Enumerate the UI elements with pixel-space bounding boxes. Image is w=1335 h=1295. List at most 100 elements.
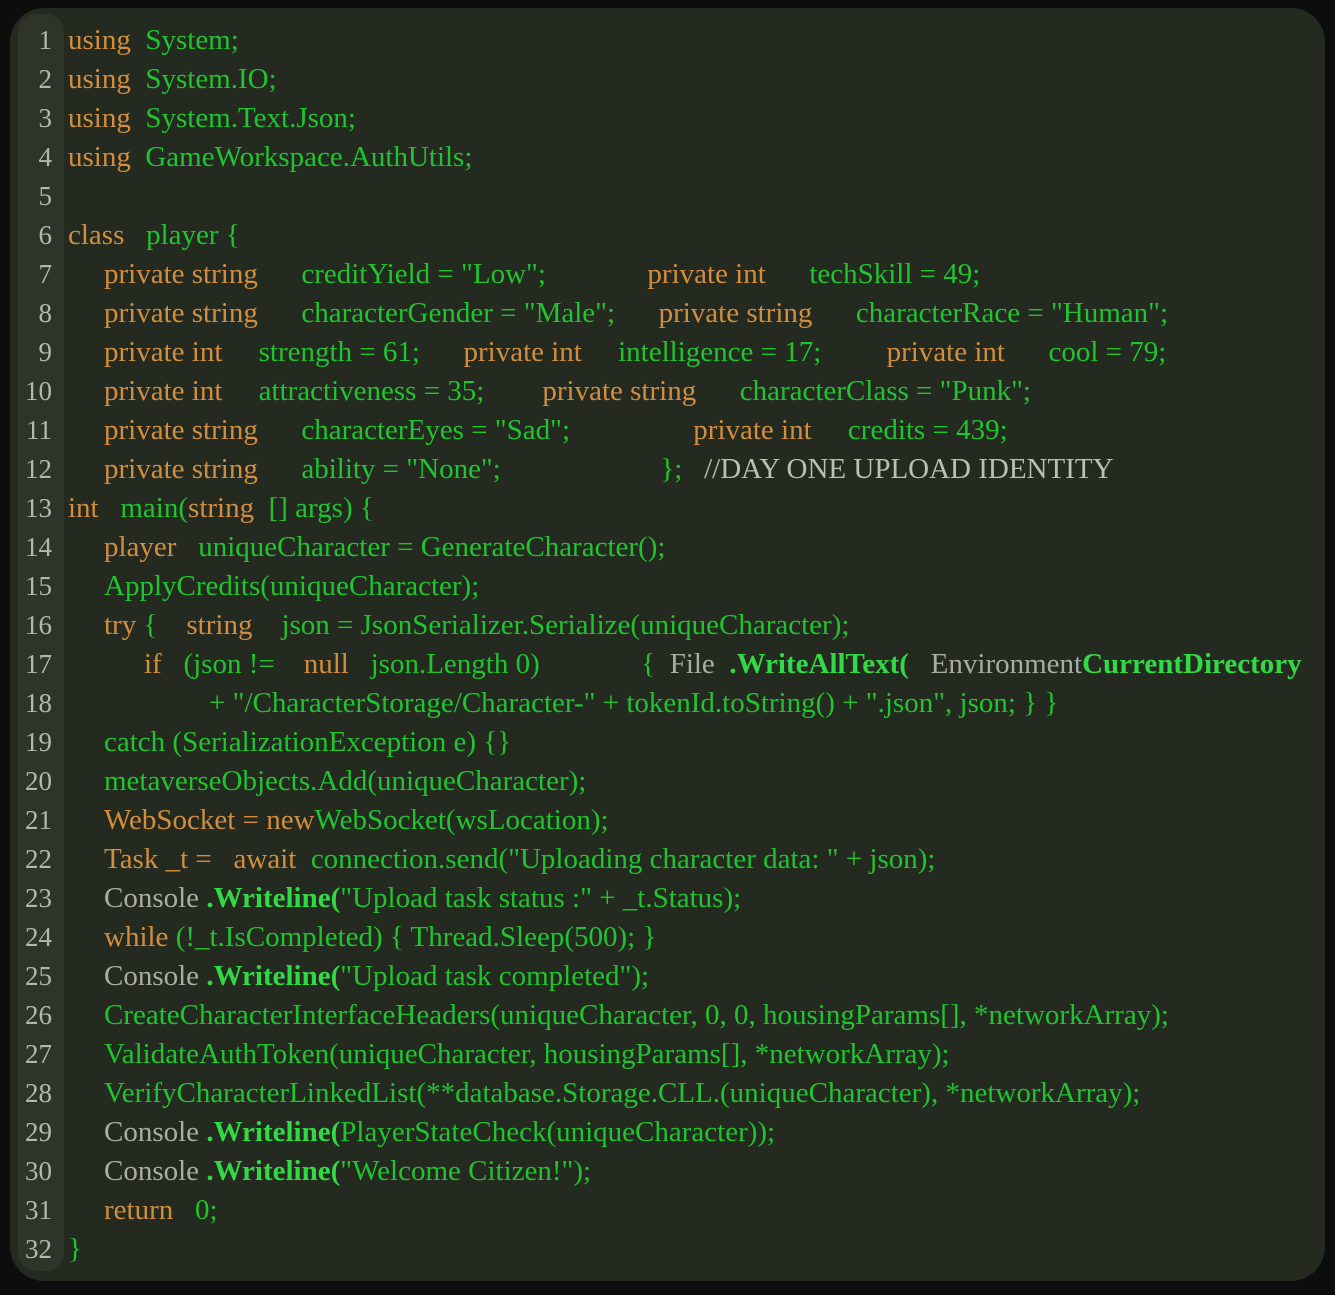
code-token: characterClass = "Punk"; [740, 375, 1031, 407]
code-token: intelligence = 17; [618, 336, 821, 368]
line-number: 30 [10, 1152, 62, 1191]
code-token: if [144, 648, 183, 680]
source-text: VerifyCharacterLinkedList(**database.Sto… [62, 1074, 1325, 1113]
line-number: 4 [10, 138, 62, 177]
code-token: using [68, 141, 145, 173]
code-token: GameWorkspace.AuthUtils; [145, 141, 472, 173]
code-token: private int [887, 336, 1049, 368]
line-number: 18 [10, 684, 62, 723]
code-line: 23Console .Writeline("Upload task status… [10, 879, 1325, 918]
code-token: } [68, 1233, 82, 1265]
code-token: //DAY ONE UPLOAD IDENTITY [704, 453, 1113, 485]
code-token: VerifyCharacterLinkedList(**database.Sto… [104, 1077, 1140, 1109]
code-line: 3using System.Text.Json; [10, 99, 1325, 138]
code-token: using [68, 24, 145, 56]
code-line: 6class player { [10, 216, 1325, 255]
source-text: private string characterGender = "Male";… [62, 294, 1325, 333]
code-token: player { [146, 219, 240, 251]
line-number: 31 [10, 1191, 62, 1230]
code-token: credits = 439; [848, 414, 1008, 446]
line-number: 12 [10, 450, 62, 489]
code-token: private string [104, 258, 301, 290]
code-token: catch (SerializationException e) {} [104, 726, 511, 758]
code-line: 20 metaverseObjects.Add(uniqueCharacter); [10, 762, 1325, 801]
code-token: attractiveness = 35; [259, 375, 485, 407]
source-text: ApplyCredits(uniqueCharacter); [62, 567, 1325, 606]
code-token: characterEyes = "Sad"; [301, 414, 570, 446]
code-line: 30Console .Writeline("Welcome Citizen!")… [10, 1152, 1325, 1191]
code-token: { [641, 648, 669, 680]
code-token [821, 336, 886, 368]
line-number: 23 [10, 879, 62, 918]
source-text: while (!_t.IsCompleted) { Thread.Sleep(5… [62, 918, 1325, 957]
code-line: 9private int strength = 61; private int … [10, 333, 1325, 372]
line-number: 1 [10, 21, 62, 60]
code-token: ApplyCredits(uniqueCharacter); [104, 570, 479, 602]
code-line: 22 Task _t = await connection.send("Uploa… [10, 840, 1325, 879]
code-token: private int [104, 375, 259, 407]
code-token: connection.send("Uploading character dat… [311, 843, 936, 875]
source-text: if (json != null json.Length 0) { File .… [62, 645, 1325, 684]
code-line: 16try { string json = JsonSerializer.Ser… [10, 606, 1325, 645]
source-text: + "/CharacterStorage/Character-" + token… [62, 684, 1325, 723]
code-token [420, 336, 464, 368]
source-text [62, 177, 1325, 216]
code-token: ValidateAuthToken(uniqueCharacter, housi… [104, 1038, 950, 1070]
line-number: 13 [10, 489, 62, 528]
line-number: 11 [10, 411, 62, 450]
line-number: 15 [10, 567, 62, 606]
code-token: "Upload task status :" + _t.Status); [340, 882, 741, 914]
code-token: Task _t = await [104, 843, 311, 875]
code-token: private string [104, 414, 301, 446]
code-line: 11private string characterEyes = "Sad"; … [10, 411, 1325, 450]
code-token: Console [104, 1116, 206, 1148]
code-token: ability = "None"; [301, 453, 501, 485]
code-token: Console [104, 1155, 206, 1187]
code-token: CurrentDirectory [1082, 648, 1302, 680]
source-text: using System; [62, 21, 1325, 60]
code-token: 0; [195, 1194, 218, 1226]
code-token: .Writeline( [206, 882, 340, 914]
line-number: 25 [10, 957, 62, 996]
line-number: 19 [10, 723, 62, 762]
code-token: private int [693, 414, 848, 446]
code-token: metaverseObjects.Add(uniqueCharacter); [104, 765, 586, 797]
code-token: main( [120, 492, 188, 524]
source-text: private string creditYield = "Low"; priv… [62, 255, 1325, 294]
code-line: 25Console .Writeline("Upload task comple… [10, 957, 1325, 996]
line-number: 10 [10, 372, 62, 411]
line-number: 29 [10, 1113, 62, 1152]
code-token: private string [104, 297, 301, 329]
code-token: using [68, 63, 145, 95]
line-number: 16 [10, 606, 62, 645]
code-line: 21WebSocket = newWebSocket(wsLocation); [10, 801, 1325, 840]
code-token: characterGender = "Male"; [301, 297, 615, 329]
source-text: using GameWorkspace.AuthUtils; [62, 138, 1325, 177]
source-text: Console .Writeline("Upload task complete… [62, 957, 1325, 996]
source-text: player uniqueCharacter = GenerateCharact… [62, 528, 1325, 567]
code-token: WebSocket(wsLocation); [315, 804, 609, 836]
code-token: private int [647, 258, 809, 290]
source-text: CreateCharacterInterfaceHeaders(uniqueCh… [62, 996, 1325, 1035]
code-line: 10private int attractiveness = 35; priva… [10, 372, 1325, 411]
code-token: Environment [909, 648, 1082, 680]
code-token: class [68, 219, 146, 251]
code-line: 1using System; [10, 21, 1325, 60]
code-line: 13int main(string [] args) { [10, 489, 1325, 528]
code-area[interactable]: 1using System;2using System.IO;3using Sy… [10, 21, 1325, 1269]
code-editor-panel: 1using System;2using System.IO;3using Sy… [10, 8, 1325, 1281]
code-token: .Writeline( [206, 960, 340, 992]
code-token: "Upload task completed"); [340, 960, 649, 992]
line-number: 20 [10, 762, 62, 801]
code-token: null [304, 648, 371, 680]
line-number: 27 [10, 1035, 62, 1074]
source-text: Console .Writeline(PlayerStateCheck(uniq… [62, 1113, 1325, 1152]
source-text: ValidateAuthToken(uniqueCharacter, housi… [62, 1035, 1325, 1074]
code-line: 31return 0; [10, 1191, 1325, 1230]
code-token: System.IO; [145, 63, 276, 95]
line-number: 14 [10, 528, 62, 567]
code-token: System.Text.Json; [145, 102, 356, 134]
code-token: + "/CharacterStorage/Character-" + token… [209, 687, 1058, 719]
line-number: 22 [10, 840, 62, 879]
line-number: 7 [10, 255, 62, 294]
